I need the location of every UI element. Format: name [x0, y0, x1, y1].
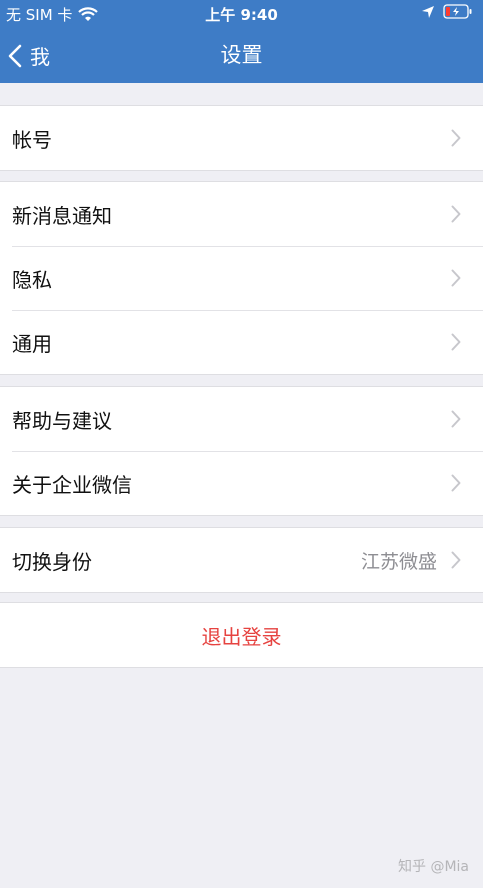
settings-group-help: 帮助与建议 关于企业微信	[0, 386, 483, 516]
settings-item-label: 隐私	[12, 267, 52, 292]
settings-group-identity: 切换身份 江苏微盛	[0, 527, 483, 593]
status-bar: 无 SIM 卡 上午 9:40	[0, 0, 483, 28]
settings-item-label: 切换身份	[12, 549, 92, 574]
chevron-right-icon	[451, 269, 461, 287]
page-title: 设置	[220, 43, 263, 67]
settings-item-help[interactable]: 帮助与建议	[0, 387, 483, 451]
settings-group-general: 新消息通知 隐私 通用	[0, 181, 483, 375]
watermark-text: 知乎 @Mia	[398, 859, 469, 875]
settings-item-label: 帐号	[12, 127, 52, 152]
settings-item-privacy[interactable]: 隐私	[0, 246, 483, 310]
settings-item-label: 帮助与建议	[12, 408, 112, 433]
settings-item-about[interactable]: 关于企业微信	[0, 451, 483, 515]
settings-item-account[interactable]: 帐号	[0, 106, 483, 170]
status-time: 上午 9:40	[205, 6, 278, 24]
current-identity-value: 江苏微盛	[360, 550, 437, 573]
top-bar: 无 SIM 卡 上午 9:40 我 设置	[0, 0, 483, 83]
nav-bar: 我 设置	[0, 28, 483, 83]
chevron-right-icon	[451, 410, 461, 428]
chevron-right-icon	[451, 205, 461, 223]
settings-item-general[interactable]: 通用	[0, 310, 483, 374]
chevron-right-icon	[451, 474, 461, 492]
settings-item-switch-identity[interactable]: 切换身份 江苏微盛	[0, 528, 483, 592]
logout-button[interactable]: 退出登录	[0, 603, 483, 667]
settings-item-label: 新消息通知	[12, 203, 112, 228]
chevron-right-icon	[451, 129, 461, 147]
settings-group-account: 帐号	[0, 105, 483, 171]
chevron-right-icon	[451, 333, 461, 351]
status-right	[421, 4, 473, 19]
settings-item-notifications[interactable]: 新消息通知	[0, 182, 483, 246]
chevron-right-icon	[451, 551, 461, 569]
location-arrow-icon	[422, 5, 434, 18]
settings-item-label: 关于企业微信	[12, 472, 132, 497]
logout-group: 退出登录	[0, 602, 483, 668]
battery-icon	[443, 4, 472, 19]
settings-item-label: 通用	[12, 331, 52, 356]
